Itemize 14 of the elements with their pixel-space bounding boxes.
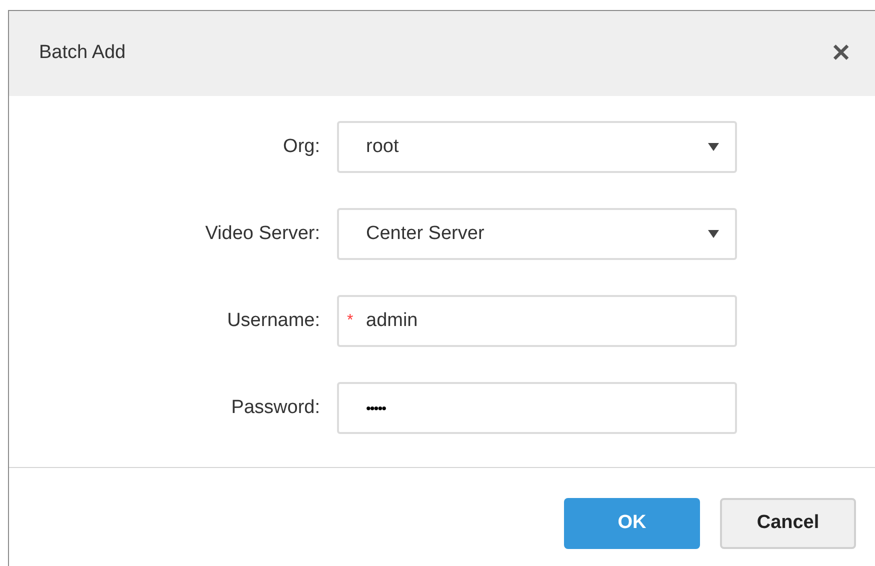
- dropdown-arrow-icon: [708, 230, 719, 238]
- password-field[interactable]: •••••: [337, 382, 737, 434]
- dropdown-field[interactable]: root: [337, 121, 737, 173]
- field-label: Password:: [230, 396, 321, 420]
- dropdown-arrow-icon: [708, 143, 719, 151]
- dropdown-field[interactable]: Center Server: [337, 208, 737, 260]
- required-marker: *: [347, 313, 354, 329]
- field-label: Username:: [226, 308, 321, 333]
- field-label: Video Server:: [204, 222, 321, 246]
- dialog-title: Batch Add: [39, 41, 126, 66]
- input-field[interactable]: * admin: [337, 295, 737, 347]
- field-label: Org:: [282, 134, 321, 159]
- cancel-button[interactable]: Cancel: [720, 498, 856, 549]
- close-button[interactable]: ✕: [827, 36, 855, 72]
